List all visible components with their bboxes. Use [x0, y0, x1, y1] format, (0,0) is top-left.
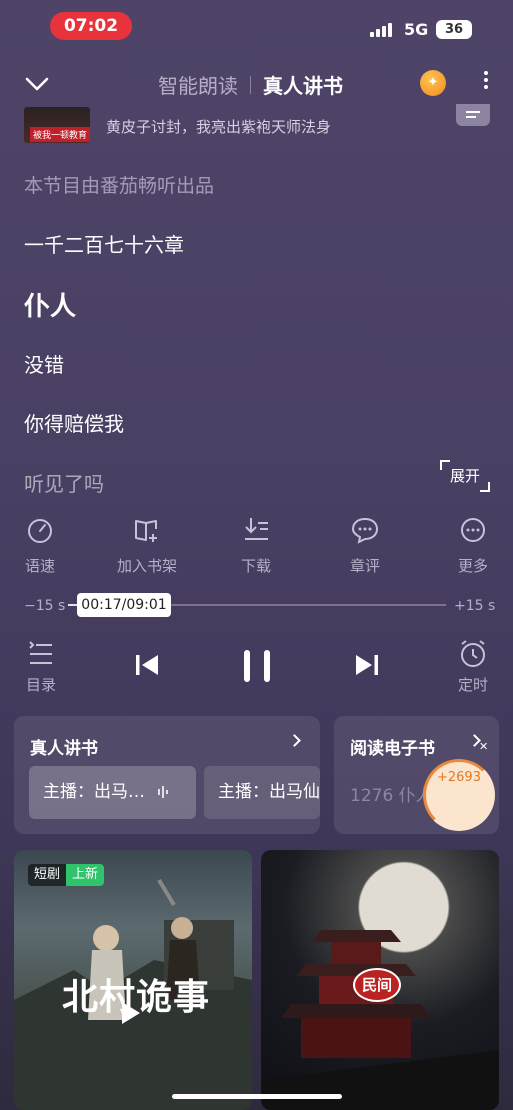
player-header: 智能朗读 真人讲书 ✦ — [0, 62, 513, 106]
previous-chapter-icon[interactable] — [135, 653, 159, 677]
alarm-clock-icon — [461, 640, 485, 667]
comment-button[interactable]: 章评 — [325, 515, 405, 576]
tag-new: 上新 — [66, 864, 105, 886]
anchor-chip[interactable]: 主播：出马仙 — [204, 766, 320, 819]
status-time: 07:02 — [50, 12, 132, 40]
anchor-name: 主播：出马仙 — [218, 782, 320, 802]
network-type: 5G — [404, 20, 429, 39]
battery-icon: 36 — [436, 20, 472, 39]
comment-icon — [351, 517, 379, 544]
ebook-chapter-text: 1276 仆人 — [350, 786, 433, 806]
catalog-label: 目录 — [25, 676, 56, 694]
transcript-line: 没错 — [24, 353, 64, 377]
more-button[interactable]: 更多 — [433, 515, 513, 576]
download-label: 下载 — [240, 557, 271, 575]
transcript-line: 你得赔偿我 — [24, 412, 124, 436]
expand-button[interactable]: 展开 — [440, 460, 490, 492]
recommend-poster[interactable]: 民间 — [261, 850, 499, 1110]
transcript-line: 本节目由番茄畅听出品 — [24, 175, 215, 197]
timer-button[interactable]: 定时 — [452, 640, 494, 695]
thumb-caption: 被我一顿教育 — [30, 127, 90, 142]
more-vertical-icon[interactable] — [482, 68, 490, 98]
tag-short-drama: 短剧 — [28, 864, 67, 886]
book-title[interactable]: 黄皮子讨封，我亮出紫袍天师法身 — [106, 116, 331, 137]
forward-15-button[interactable]: +15 s — [454, 598, 495, 614]
comment-label: 章评 — [349, 557, 380, 575]
tab-smart-reading[interactable]: 智能朗读 — [158, 70, 238, 99]
download-icon — [245, 518, 268, 540]
status-bar: 07:02 5G 36 — [0, 0, 513, 56]
card-title: 阅读电子书 — [350, 739, 435, 759]
folk-badge: 民间 — [353, 968, 401, 1002]
transcript-line: 听见了吗 — [24, 472, 104, 496]
subtitle-toggle-icon[interactable] — [456, 104, 490, 126]
poster-title: 北村诡事 — [62, 977, 211, 1018]
download-button[interactable]: 下载 — [216, 515, 296, 576]
add-bookshelf-icon — [135, 520, 157, 542]
recommend-poster[interactable]: 短剧 上新 北村诡事 — [14, 850, 252, 1110]
reward-bubble[interactable]: +2693 — [423, 759, 495, 831]
rewind-15-button[interactable]: −15 s — [24, 598, 65, 614]
speed-label: 语速 — [24, 557, 55, 575]
poster-tags: 短剧 上新 — [28, 864, 105, 886]
signal-icon — [370, 21, 396, 37]
book-cover-thumbnail[interactable]: 被我一顿教育 — [24, 107, 90, 143]
add-bookshelf-button[interactable]: 加入书架 — [107, 515, 187, 576]
coin-icon[interactable]: ✦ — [420, 70, 446, 96]
audio-wave-icon — [158, 786, 169, 798]
tab-divider — [250, 75, 251, 94]
mode-tabs: 智能朗读 真人讲书 — [158, 70, 343, 99]
catalog-button[interactable]: 目录 — [18, 640, 64, 695]
reward-amount: +2693 — [437, 770, 481, 785]
more-icon — [461, 518, 485, 542]
anchor-name: 主播：出马… — [43, 782, 145, 802]
progress-time[interactable]: 00:17/09:01 — [77, 593, 171, 617]
chevron-down-icon[interactable] — [24, 70, 50, 96]
tab-human-narration[interactable]: 真人讲书 — [263, 70, 343, 99]
speed-button[interactable]: 语速 — [0, 515, 80, 576]
home-indicator — [172, 1094, 342, 1099]
anchor-chip-selected[interactable]: 主播：出马… — [29, 766, 196, 819]
next-chapter-icon[interactable] — [355, 653, 379, 677]
add-bookshelf-label: 加入书架 — [116, 557, 177, 575]
card-title: 真人讲书 — [30, 739, 98, 759]
chevron-right-icon — [288, 734, 301, 747]
close-icon[interactable]: ✕ — [479, 740, 488, 753]
more-label: 更多 — [457, 557, 488, 575]
timer-label: 定时 — [457, 676, 488, 694]
transcript-line-current: 仆人 — [24, 292, 77, 322]
catalog-icon — [29, 641, 52, 664]
transcript-line: 一千二百七十六章 — [24, 233, 184, 257]
pause-icon[interactable] — [242, 648, 272, 684]
speed-icon — [28, 519, 52, 543]
